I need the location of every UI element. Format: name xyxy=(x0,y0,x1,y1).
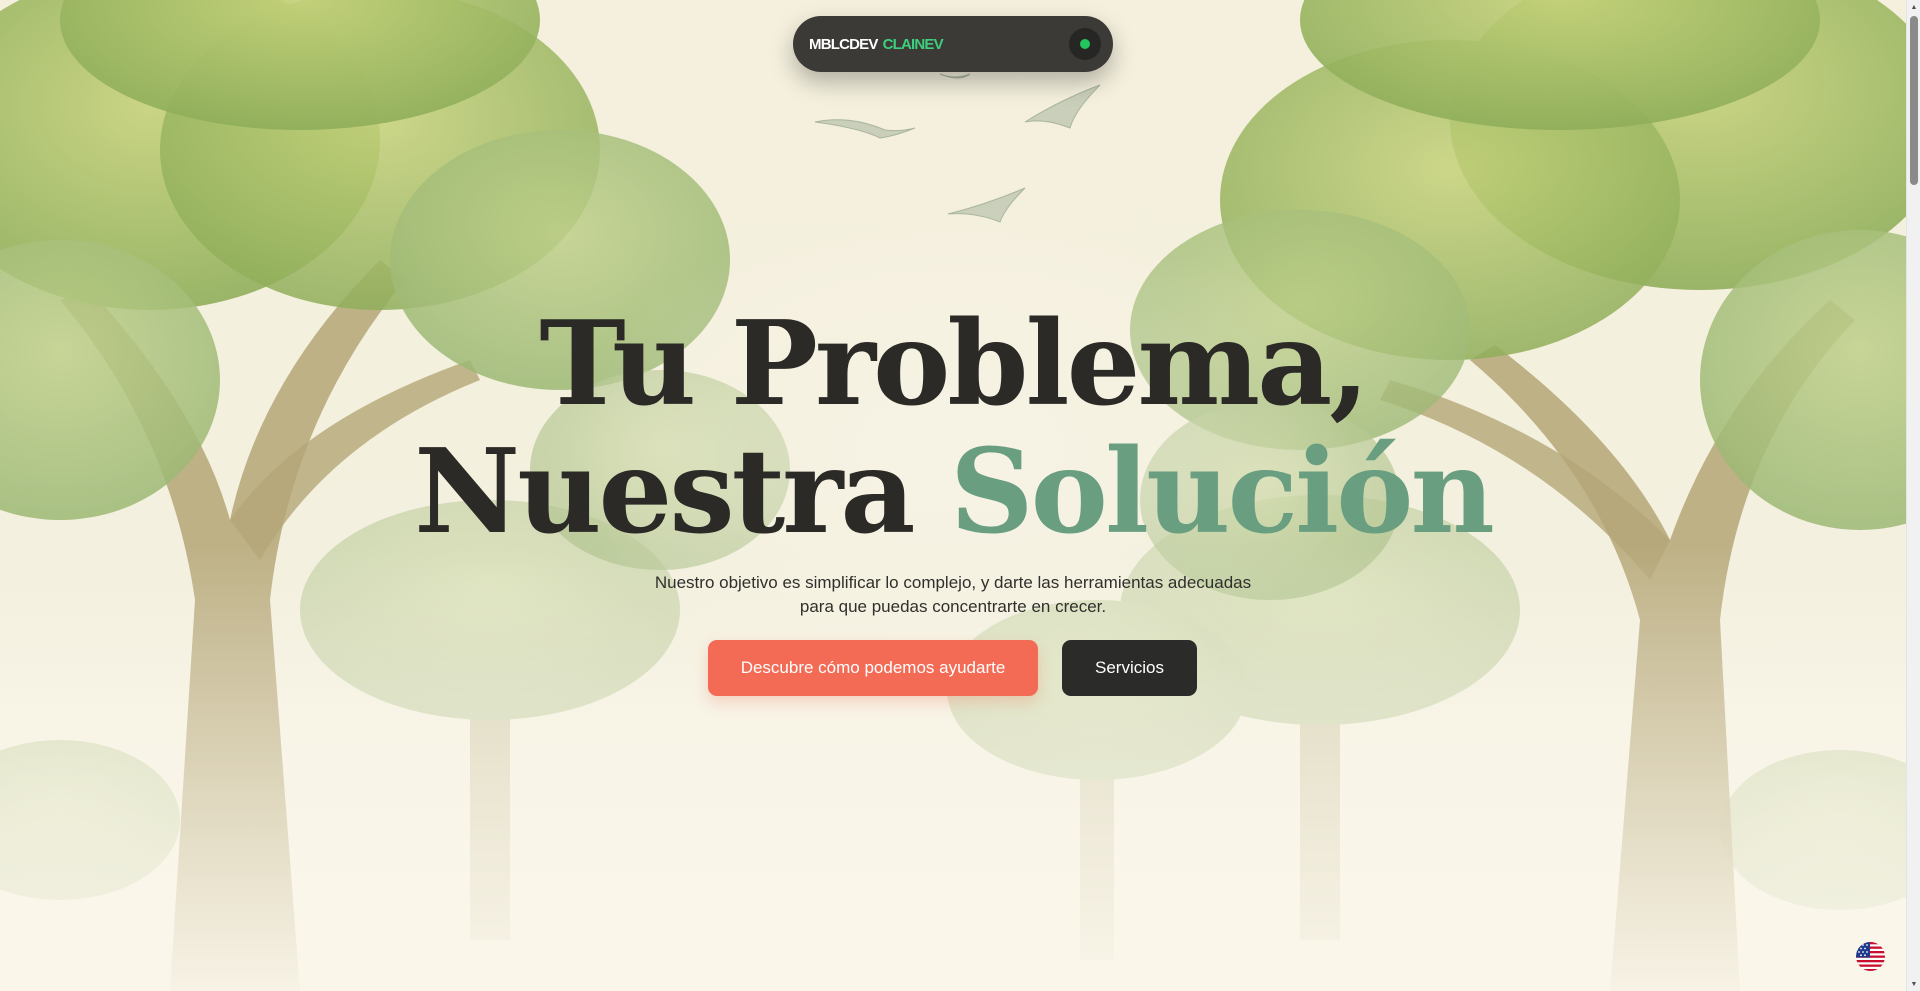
discover-help-button[interactable]: Descubre cómo podemos ayudarte xyxy=(708,640,1038,696)
headline-line1: Tu Problema, xyxy=(539,296,1369,432)
page-scrollbar[interactable]: ▲ ▼ xyxy=(1906,0,1920,991)
services-button[interactable]: Servicios xyxy=(1062,640,1197,696)
scroll-down-arrow-icon[interactable]: ▼ xyxy=(1907,977,1920,991)
brand-secondary: CLAINEV xyxy=(882,35,944,53)
status-dot-icon xyxy=(1080,39,1090,49)
hero-headline: Tu Problema, Nuestra Solución xyxy=(380,300,1526,556)
headline-line2-accent: Solución xyxy=(949,424,1495,560)
status-indicator[interactable] xyxy=(1069,28,1101,60)
top-navbar: MBLCDEV CLAINEV xyxy=(793,16,1113,72)
headline-line2-dark: Nuestra xyxy=(414,424,915,560)
brand-primary: MBLCDEV xyxy=(809,35,878,53)
hero-section: MBLCDEV CLAINEV Tu Problema, Nuestra Solu… xyxy=(0,0,1906,991)
hero-subtitle: Nuestro objetivo es simplificar lo compl… xyxy=(654,573,1252,616)
scroll-up-arrow-icon[interactable]: ▲ xyxy=(1907,0,1920,14)
scroll-thumb[interactable] xyxy=(1910,16,1918,185)
us-flag-icon[interactable] xyxy=(1856,942,1885,971)
brand-logo[interactable]: MBLCDEV CLAINEV xyxy=(809,35,944,53)
